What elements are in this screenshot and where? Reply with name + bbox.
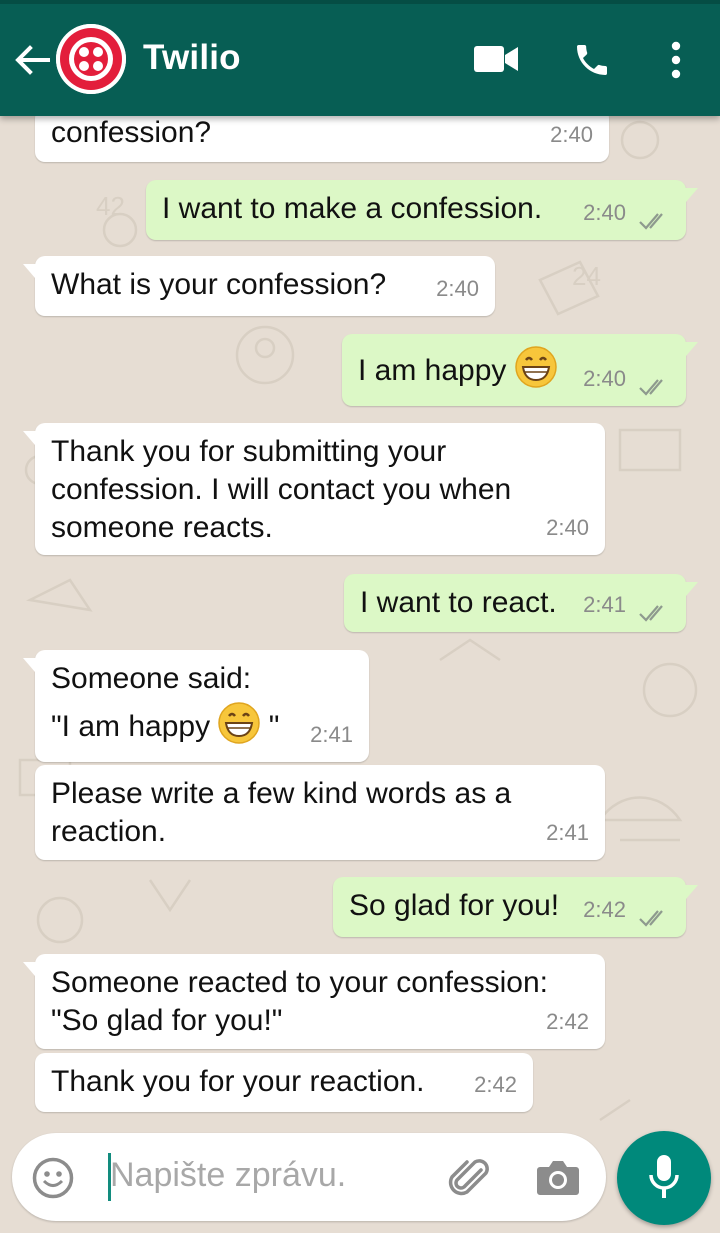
incoming-message[interactable]: confession? 2:40 [35,108,609,162]
message-text-quote: " [268,710,280,743]
double-check-icon [639,910,663,927]
bubble-tail [678,574,698,596]
message-timestamp: 2:40 [546,515,589,540]
grinning-face-emoji [218,702,261,744]
message-timestamp: 2:40 [436,276,479,301]
bubble-tail [678,334,698,356]
message-text: Please write a few kind words as a react… [51,775,511,851]
message-timestamp: 2:40 [583,200,626,225]
camera-icon[interactable] [536,1157,580,1202]
message-text: I am happy [358,346,557,390]
message-body: Please write a few kind words as a react… [51,777,512,848]
message-body: I am happy [358,354,507,387]
message-body: Someone reacted to your confession: "So … [51,966,548,1037]
double-check-icon [639,605,663,622]
double-check-icon [639,213,663,230]
outgoing-message[interactable]: I want to make a confession. 2:40 [146,180,698,240]
bubble-tail [23,954,43,976]
message-text: I want to react. [360,584,557,622]
incoming-message[interactable]: Thank you for your reaction. 2:42 [35,1053,533,1112]
bubble-tail [678,877,698,899]
outgoing-message[interactable]: So glad for you! 2:42 [333,877,698,937]
incoming-message[interactable]: What is your confession? 2:40 [23,256,495,316]
message-input[interactable]: Napište zprávu. [110,1156,346,1195]
message-timestamp: 2:40 [550,122,593,147]
message-text-line: Someone said: [51,662,252,695]
message-body: I want to make a confession. [162,192,543,225]
message-timestamp: 2:42 [474,1072,517,1097]
paperclip-icon[interactable] [448,1156,494,1207]
message-timestamp: 2:41 [546,820,589,845]
svg-text:24: 24 [572,261,601,291]
incoming-message[interactable]: Please write a few kind words as a react… [35,765,605,860]
status-bar [0,0,720,4]
incoming-message[interactable]: Thank you for submitting your confession… [23,423,605,555]
message-text: So glad for you! [349,887,559,925]
microphone-button[interactable] [617,1131,711,1225]
message-text-line: "I am happy [51,710,211,743]
message-body: Thank you for your reaction. [51,1065,425,1098]
message-timestamp: 2:42 [546,1009,589,1034]
arrow-left-icon[interactable] [12,40,52,80]
message-text: I want to make a confession. [162,190,542,228]
incoming-message[interactable]: Someone reacted to your confession: "So … [23,954,605,1049]
message-text: Someone said: "I am happy " [51,660,279,746]
message-body: Thank you for submitting your confession… [51,435,512,544]
message-timestamp: 2:42 [583,897,626,922]
bubble-tail [23,650,43,672]
message-body: What is your confession? [51,268,387,301]
chat-header: Twilio [0,0,720,116]
chat-title[interactable]: Twilio [143,38,241,78]
outgoing-message[interactable]: I am happy 2:40 [342,334,698,406]
message-text: What is your confession? [51,266,386,304]
twilio-logo-icon[interactable] [56,24,126,94]
message-text: Thank you for your reaction. [51,1063,425,1101]
bubble-tail [23,256,43,278]
message-text: Thank you for submitting your confession… [51,433,511,547]
message-timestamp: 2:41 [310,722,353,747]
microphone-icon [648,1155,680,1206]
more-vertical-icon[interactable] [668,40,684,85]
message-body: So glad for you! [349,889,560,922]
message-text: confession? [51,114,211,152]
grinning-face-emoji [515,346,557,388]
bubble-tail [678,180,698,202]
message-timestamp: 2:40 [583,366,626,391]
message-body: I want to react. [360,586,557,619]
incoming-message[interactable]: Someone said: "I am happy " 2:41 [23,650,369,762]
double-check-icon [639,379,663,396]
outgoing-message[interactable]: I want to react. 2:41 [344,574,698,632]
smiley-icon[interactable] [32,1157,74,1204]
bubble-tail [23,423,43,445]
message-body: confession? [51,116,212,149]
video-camera-icon[interactable] [474,43,518,80]
message-timestamp: 2:41 [583,592,626,617]
message-text: Someone reacted to your confession: "So … [51,964,548,1040]
svg-text:42: 42 [96,191,125,221]
message-composer[interactable]: Napište zprávu. [12,1133,606,1221]
phone-icon[interactable] [572,40,612,85]
